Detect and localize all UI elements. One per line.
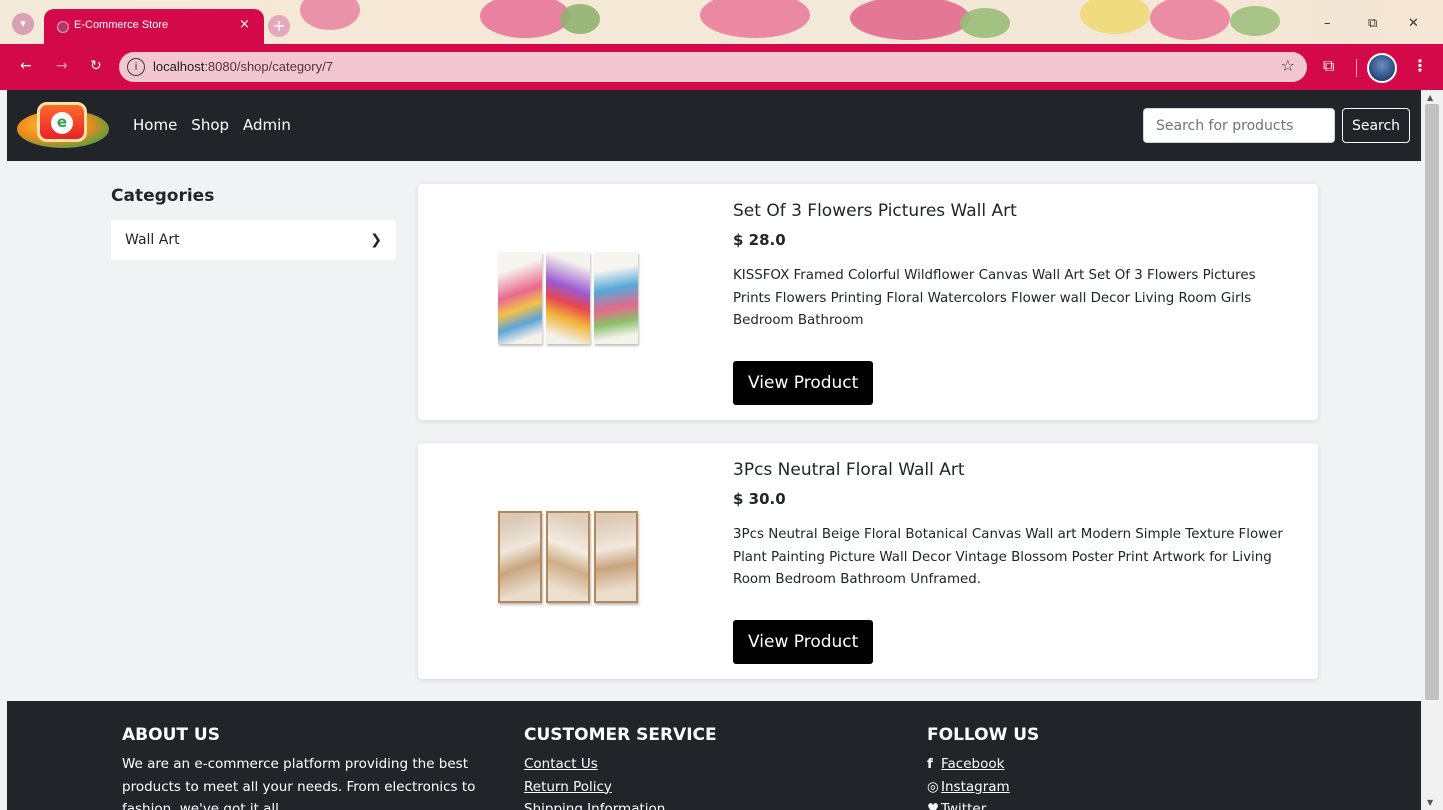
product-description: 3Pcs Neutral Beige Floral Botanical Canv… — [733, 527, 1283, 587]
footer-about-text: We are an e-commerce platform providing … — [122, 756, 476, 810]
browser-toolbar: ← → ↻ i localhost:8080/shop/category/7 ☆ — [0, 44, 1443, 90]
forward-arrow-icon[interactable]: → — [56, 58, 68, 74]
decor-flower — [700, 0, 810, 38]
nav-home-link[interactable]: Home — [133, 116, 177, 134]
browser-tab-active[interactable]: E-Commerce Store × — [44, 9, 264, 44]
facebook-link[interactable]: f Facebook — [927, 753, 1039, 776]
decor-flower — [300, 0, 360, 30]
bookmark-star-icon[interactable]: ☆ — [1281, 56, 1295, 75]
page-scrollbar[interactable]: ▲ ▼ — [1421, 90, 1443, 810]
return-policy-link[interactable]: Return Policy — [524, 776, 717, 799]
decor-leaf — [1230, 6, 1280, 36]
tab-search-button[interactable]: ▾ — [12, 13, 34, 35]
decor-flower — [1150, 0, 1230, 40]
search-button[interactable]: Search — [1342, 108, 1410, 143]
scrollbar-thumb[interactable] — [1425, 104, 1439, 700]
nav-shop-link[interactable]: Shop — [191, 116, 229, 134]
instagram-icon: ◎ — [927, 778, 939, 795]
decor-leaf — [960, 8, 1010, 38]
canvas-panel — [546, 252, 590, 344]
restore-icon[interactable]: ⧉ — [1368, 16, 1377, 31]
site-info-icon[interactable]: i — [127, 58, 145, 76]
window-close-icon[interactable]: ✕ — [1408, 16, 1419, 31]
product-image[interactable] — [498, 252, 638, 352]
footer-service: CUSTOMER SERVICE Contact Us Return Polic… — [524, 725, 717, 810]
address-url: localhost:8080/shop/category/7 — [153, 59, 333, 74]
product-name[interactable]: Set Of 3 Flowers Pictures Wall Art — [733, 201, 1017, 221]
web-page: e Home Shop Admin Search Categories Wall… — [7, 90, 1421, 810]
footer-about: ABOUT US We are an e-commerce platform p… — [122, 725, 482, 810]
decor-flower — [1080, 0, 1150, 34]
site-footer: ABOUT US We are an e-commerce platform p… — [7, 701, 1421, 810]
product-name[interactable]: 3Pcs Neutral Floral Wall Art — [733, 460, 965, 480]
category-item-wall-art[interactable]: Wall Art ❯ — [111, 220, 396, 260]
profile-avatar[interactable] — [1367, 53, 1397, 83]
canvas-panel — [498, 252, 542, 344]
instagram-link[interactable]: ◎ Instagram — [927, 776, 1039, 799]
browser-tab-strip: ▾ E-Commerce Store × + – ⧉ ✕ — [0, 0, 1443, 44]
twitter-link[interactable]: ♥ Twitter — [927, 798, 1039, 810]
canvas-panel — [594, 252, 638, 344]
view-product-button[interactable]: View Product — [733, 620, 874, 664]
minimize-icon[interactable]: – — [1324, 16, 1331, 31]
footer-service-heading: CUSTOMER SERVICE — [524, 725, 717, 745]
view-product-button[interactable]: View Product — [733, 361, 874, 405]
browser-menu-icon[interactable]: ⋮ — [1412, 56, 1428, 75]
site-navbar: e Home Shop Admin Search — [7, 90, 1421, 161]
scroll-down-icon[interactable]: ▼ — [1427, 798, 1433, 807]
product-description: KISSFOX Framed Colorful Wildflower Canva… — [733, 268, 1256, 328]
tab-title: E-Commerce Store — [74, 19, 169, 31]
canvas-panel — [498, 511, 542, 603]
footer-about-heading: ABOUT US — [122, 725, 220, 745]
toolbar-divider — [1356, 59, 1357, 77]
nav-links: Home Shop Admin — [133, 116, 291, 134]
category-label: Wall Art — [125, 232, 180, 248]
product-card: Set Of 3 Flowers Pictures Wall Art $ 28.… — [418, 184, 1318, 420]
contact-us-link[interactable]: Contact Us — [524, 753, 717, 776]
search-input[interactable] — [1143, 108, 1335, 143]
product-price: $ 28.0 — [733, 231, 786, 249]
shipping-info-link[interactable]: Shipping Information — [524, 798, 717, 810]
decor-flower — [850, 0, 970, 40]
categories-heading: Categories — [111, 186, 215, 206]
decor-leaf — [560, 4, 600, 34]
nav-admin-link[interactable]: Admin — [243, 116, 291, 134]
footer-follow-heading: FOLLOW US — [927, 725, 1040, 745]
back-arrow-icon[interactable]: ← — [20, 58, 32, 74]
product-image[interactable] — [498, 511, 638, 611]
facebook-icon: f — [927, 756, 933, 772]
globe-icon — [57, 21, 69, 33]
tab-close-icon[interactable]: × — [239, 17, 250, 32]
canvas-panel — [594, 511, 638, 603]
twitter-icon: ♥ — [927, 801, 940, 810]
new-tab-button[interactable]: + — [268, 15, 290, 37]
category-list: Wall Art ❯ — [111, 220, 396, 260]
store-logo[interactable]: e — [17, 102, 109, 150]
footer-follow: FOLLOW US f Facebook ◎ Instagram ♥ Twitter — [927, 725, 1039, 810]
decor-flower — [480, 0, 570, 38]
address-bar[interactable]: i localhost:8080/shop/category/7 ☆ — [119, 52, 1307, 82]
product-price: $ 30.0 — [733, 490, 786, 508]
reload-icon[interactable]: ↻ — [90, 58, 102, 74]
chevron-right-icon: ❯ — [370, 232, 382, 248]
product-card: 3Pcs Neutral Floral Wall Art $ 30.0 3Pcs… — [418, 443, 1318, 679]
scroll-up-icon[interactable]: ▲ — [1427, 93, 1433, 102]
canvas-panel — [546, 511, 590, 603]
extensions-icon[interactable]: ⧉ — [1323, 56, 1334, 76]
